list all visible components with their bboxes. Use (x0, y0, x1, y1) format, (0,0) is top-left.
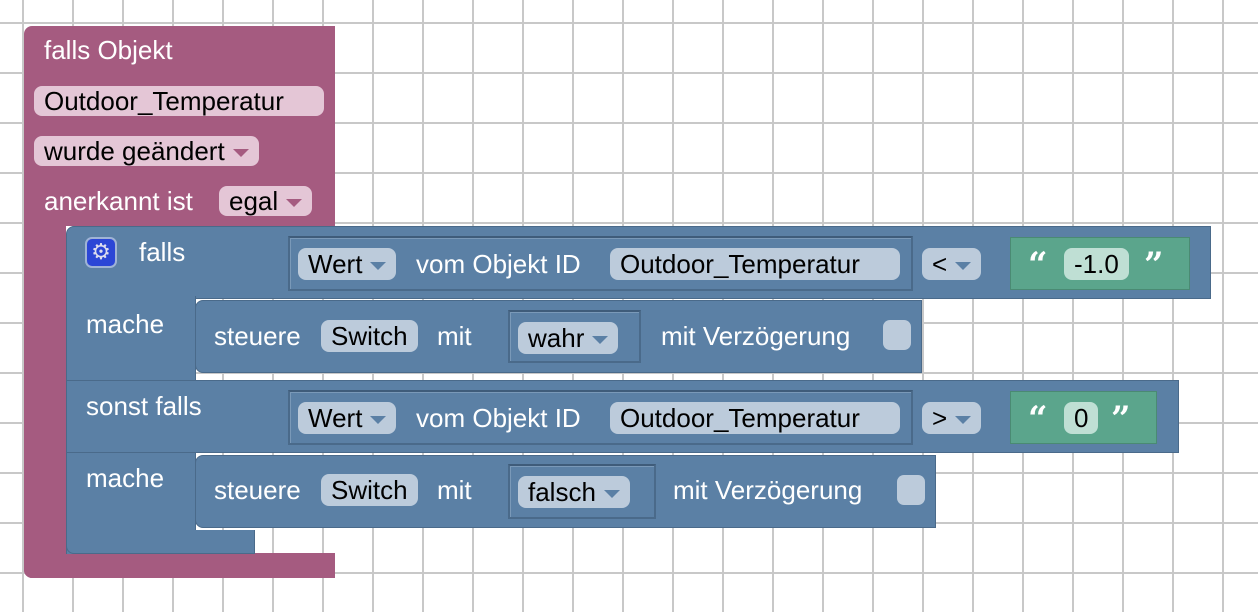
chevron-down-icon (370, 416, 387, 425)
do2-label: mache (86, 463, 165, 493)
ack-value: egal (229, 186, 279, 216)
chevron-down-icon (603, 490, 620, 499)
of-object-label: vom Objekt ID (416, 403, 581, 433)
if-label: falls (139, 237, 186, 267)
with-label: mit (437, 475, 472, 505)
text-value-1[interactable]: -1.0 (1064, 248, 1129, 280)
text-value-2[interactable]: 0 (1064, 402, 1099, 434)
quote-close-icon: ” (1144, 245, 1164, 285)
ack-label: anerkannt ist (44, 186, 193, 216)
property-dropdown-2[interactable]: Wert (298, 402, 397, 434)
ack-dropdown[interactable]: egal (219, 186, 313, 216)
target-field-1[interactable]: Switch (321, 320, 418, 352)
bool-dropdown-1[interactable]: wahr (518, 322, 619, 354)
property-dropdown-1[interactable]: Wert (298, 248, 397, 280)
operator-value: < (932, 249, 948, 279)
bool-value: falsch (528, 477, 596, 507)
delay-checkbox-2[interactable] (897, 475, 925, 505)
quote-open-icon: “ (1028, 245, 1048, 285)
bool-dropdown-2[interactable]: falsch (518, 476, 630, 508)
object-id-field[interactable]: Outdoor_Temperatur (34, 86, 324, 116)
chevron-down-icon (592, 336, 609, 345)
operator-dropdown-1[interactable]: < (922, 248, 982, 280)
do-label: mache (86, 309, 165, 339)
with-label: mit (437, 321, 472, 351)
chevron-down-icon (955, 416, 972, 425)
delay-checkbox-1[interactable] (883, 320, 911, 350)
operator-dropdown-2[interactable]: > (922, 402, 982, 434)
chevron-down-icon (370, 262, 387, 271)
trigger-condition-dropdown[interactable]: wurde geändert (34, 136, 259, 166)
delay-label: mit Verzögerung (661, 321, 851, 351)
elseif-label: sonst falls (86, 391, 202, 421)
of-object-label: vom Objekt ID (416, 249, 581, 279)
property-value: Wert (308, 403, 363, 433)
chevron-down-icon (232, 149, 249, 158)
quote-close-icon: ” (1111, 399, 1131, 439)
object-id-field-1[interactable]: Outdoor_Temperatur (610, 248, 900, 280)
chevron-down-icon (955, 262, 972, 271)
trigger-title: falls Objekt (44, 35, 173, 65)
operator-value: > (932, 403, 948, 433)
property-value: Wert (308, 249, 363, 279)
delay-label: mit Verzögerung (673, 475, 863, 505)
set-label: steuere (214, 475, 301, 505)
target-field-2[interactable]: Switch (321, 474, 418, 506)
set-label: steuere (214, 321, 301, 351)
trigger-condition-value: wurde geändert (44, 136, 225, 166)
bool-value: wahr (528, 323, 585, 353)
chevron-down-icon (286, 199, 303, 208)
object-id-field-2[interactable]: Outdoor_Temperatur (610, 402, 900, 434)
gear-icon[interactable]: ⚙ (85, 237, 117, 268)
quote-open-icon: “ (1028, 399, 1048, 439)
